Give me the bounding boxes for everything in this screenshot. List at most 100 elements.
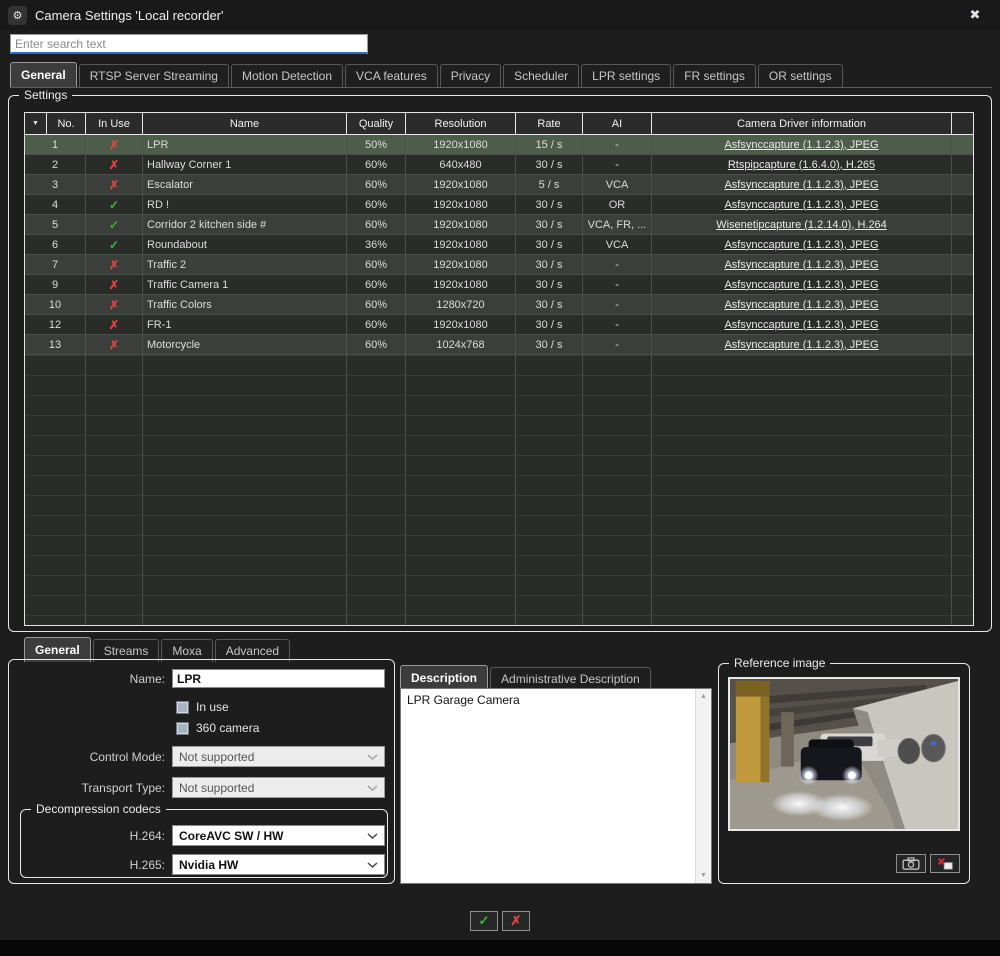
in-use-checkbox-row[interactable]: In use	[176, 700, 229, 714]
reference-image-label: Reference image	[729, 656, 830, 670]
camera-driver-link[interactable]: Rtspipcapture (1.6.4.0), H.265	[728, 159, 875, 171]
close-icon[interactable]: ✖	[966, 6, 984, 24]
desc-tab-administrative-description[interactable]: Administrative Description	[490, 667, 651, 690]
table-row-camera-13[interactable]: 13✗Motorcycle60%1024x76830 / s-Asfsyncca…	[25, 335, 973, 355]
empty-column	[347, 355, 406, 625]
tab-lpr-settings[interactable]: LPR settings	[581, 64, 671, 87]
camera-driver-link[interactable]: Asfsynccapture (1.1.2.3), JPEG	[724, 319, 878, 331]
h265-codec-select[interactable]: Nvidia HW	[172, 854, 385, 875]
camera-360-checkbox-row[interactable]: 360 camera	[176, 721, 259, 735]
ok-button[interactable]: ✓	[470, 911, 498, 931]
cell: Hallway Corner 1	[143, 155, 347, 174]
table-row-camera-2[interactable]: 2✗Hallway Corner 160%640x48030 / s-Rtspi…	[25, 155, 973, 175]
cancel-button[interactable]: ✗	[502, 911, 530, 931]
tab-general[interactable]: General	[10, 62, 77, 87]
h264-codec-select[interactable]: CoreAVC SW / HW	[172, 825, 385, 846]
cell: Traffic Colors	[143, 295, 347, 314]
tab-scheduler[interactable]: Scheduler	[503, 64, 579, 87]
snapshot-button[interactable]	[896, 854, 926, 873]
cell: VCA, FR, ...	[583, 215, 652, 234]
cell: 36%	[347, 235, 406, 254]
cell: 50%	[347, 135, 406, 154]
camera-driver-link[interactable]: Asfsynccapture (1.1.2.3), JPEG	[724, 139, 878, 151]
h265-label: H.265:	[35, 858, 165, 872]
control-mode-select[interactable]: Not supported	[172, 746, 385, 767]
table-row-camera-1[interactable]: 1✗LPR50%1920x108015 / s-Asfsynccapture (…	[25, 135, 973, 155]
camera-name-input[interactable]	[172, 669, 385, 688]
camera-360-checkbox[interactable]	[176, 722, 189, 735]
cell	[952, 235, 973, 254]
cell-in-use: ✓	[86, 235, 143, 254]
cell: 1920x1080	[406, 235, 516, 254]
h264-label: H.264:	[35, 829, 165, 843]
column-header-rate[interactable]: Rate	[516, 113, 583, 134]
camera-driver-link[interactable]: Asfsynccapture (1.1.2.3), JPEG	[724, 279, 878, 291]
table-row-camera-12[interactable]: 12✗FR-160%1920x108030 / s-Asfsynccapture…	[25, 315, 973, 335]
camera-driver-link[interactable]: Asfsynccapture (1.1.2.3), JPEG	[724, 299, 878, 311]
description-scrollbar[interactable]: ▲ ▼	[695, 689, 711, 883]
description-textarea[interactable]: LPR Garage Camera	[401, 689, 695, 883]
cell: 12	[25, 315, 86, 334]
cell: 30 / s	[516, 275, 583, 294]
search-input[interactable]	[10, 34, 368, 54]
camera-driver-link[interactable]: Asfsynccapture (1.1.2.3), JPEG	[724, 239, 878, 251]
transport-type-select[interactable]: Not supported	[172, 777, 385, 798]
desc-tab-description[interactable]: Description	[400, 665, 488, 690]
tab-fr-settings[interactable]: FR settings	[673, 64, 756, 87]
tab-motion-detection[interactable]: Motion Detection	[231, 64, 343, 87]
control-mode-label: Control Mode:	[35, 750, 165, 764]
cell-driver: Asfsynccapture (1.1.2.3), JPEG	[652, 295, 952, 314]
reference-image	[728, 677, 960, 831]
column-header-in-use[interactable]: In Use	[86, 113, 143, 134]
scroll-down-icon[interactable]: ▼	[696, 868, 711, 883]
in-use-checkbox[interactable]	[176, 701, 189, 714]
column-header-resolution[interactable]: Resolution	[406, 113, 516, 134]
column-header-camera-driver-information[interactable]: Camera Driver information	[652, 113, 952, 134]
tab-or-settings[interactable]: OR settings	[758, 64, 843, 87]
tab-vca-features[interactable]: VCA features	[345, 64, 438, 87]
column-header-name[interactable]: Name	[143, 113, 347, 134]
cell: 60%	[347, 335, 406, 354]
cell-driver: Asfsynccapture (1.1.2.3), JPEG	[652, 255, 952, 274]
cell: 60%	[347, 315, 406, 334]
table-row-camera-5[interactable]: 5✓Corridor 2 kitchen side #60%1920x10803…	[25, 215, 973, 235]
cell: -	[583, 255, 652, 274]
column-header-quality[interactable]: Quality	[347, 113, 406, 134]
table-row-camera-4[interactable]: 4✓RD !60%1920x108030 / sORAsfsynccapture…	[25, 195, 973, 215]
cell-in-use: ✗	[86, 295, 143, 314]
camera-driver-link[interactable]: Asfsynccapture (1.1.2.3), JPEG	[724, 259, 878, 271]
column-header-ai[interactable]: AI	[583, 113, 652, 134]
cell: 30 / s	[516, 295, 583, 314]
table-row-camera-3[interactable]: 3✗Escalator60%1920x10805 / sVCAAsfsyncca…	[25, 175, 973, 195]
delete-image-button[interactable]	[930, 854, 960, 873]
cell: Roundabout	[143, 235, 347, 254]
chevron-down-icon	[367, 832, 378, 840]
scroll-up-icon[interactable]: ▲	[696, 689, 711, 704]
camera-driver-link[interactable]: Asfsynccapture (1.1.2.3), JPEG	[724, 339, 878, 351]
camera-driver-link[interactable]: Asfsynccapture (1.1.2.3), JPEG	[724, 179, 878, 191]
table-row-camera-6[interactable]: 6✓Roundabout36%1920x108030 / sVCAAsfsync…	[25, 235, 973, 255]
camera-driver-link[interactable]: Asfsynccapture (1.1.2.3), JPEG	[724, 199, 878, 211]
sort-indicator-icon[interactable]: ▼	[25, 113, 47, 134]
cell: 30 / s	[516, 215, 583, 234]
cell: Traffic Camera 1	[143, 275, 347, 294]
camera-driver-link[interactable]: Wisenetipcapture (1.2.14.0), H.264	[716, 219, 887, 231]
table-row-camera-7[interactable]: 7✗Traffic 260%1920x108030 / s-Asfsynccap…	[25, 255, 973, 275]
cell	[952, 215, 973, 234]
camera-icon	[902, 857, 920, 870]
table-row-camera-10[interactable]: 10✗Traffic Colors60%1280x72030 / s-Asfsy…	[25, 295, 973, 315]
chevron-down-icon	[367, 784, 378, 792]
cell	[952, 135, 973, 154]
column-header-no[interactable]: ▼No.	[25, 113, 86, 134]
empty-column	[516, 355, 583, 625]
cell: 30 / s	[516, 335, 583, 354]
in-use-check-icon: ✓	[109, 238, 119, 252]
tab-privacy[interactable]: Privacy	[440, 64, 501, 87]
cell-driver: Asfsynccapture (1.1.2.3), JPEG	[652, 175, 952, 194]
tab-rtsp-server-streaming[interactable]: RTSP Server Streaming	[79, 64, 229, 87]
cell: VCA	[583, 235, 652, 254]
table-row-camera-9[interactable]: 9✗Traffic Camera 160%1920x108030 / s-Asf…	[25, 275, 973, 295]
cell	[952, 295, 973, 314]
in-use-cross-icon: ✗	[109, 338, 119, 352]
cell: 13	[25, 335, 86, 354]
